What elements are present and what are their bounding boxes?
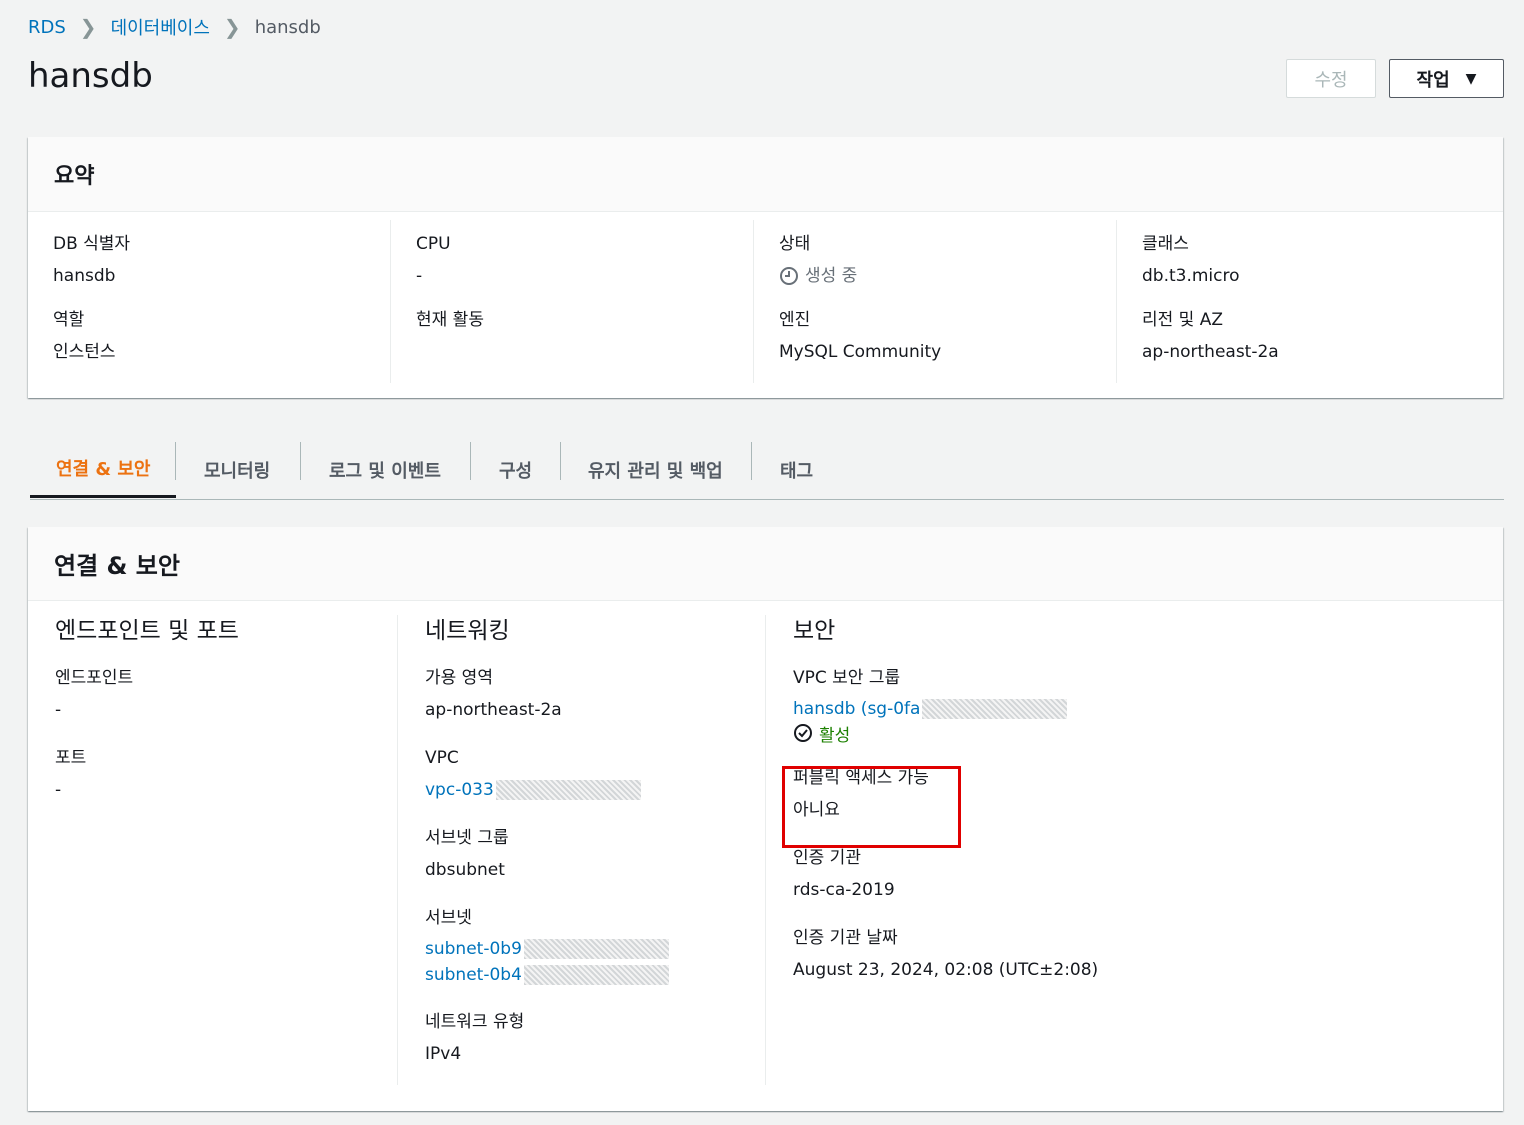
security-group-status: 활성 xyxy=(793,721,1501,746)
breadcrumb-rds[interactable]: RDS xyxy=(28,17,66,38)
tab-label: 로그 및 이벤트 xyxy=(329,460,441,482)
security-group-status-text: 활성 xyxy=(819,725,851,746)
summary-col-4: 클래스 db.t3.micro 리전 및 AZ ap-northeast-2a xyxy=(1117,220,1480,383)
tab-label: 연결 & 보안 xyxy=(56,458,151,480)
security-title: 보안 xyxy=(793,618,836,644)
region-az-label: 리전 및 AZ xyxy=(1142,310,1224,330)
cpu-value: - xyxy=(416,266,423,286)
redacted-id xyxy=(523,939,669,959)
network-type-value: IPv4 xyxy=(425,1044,462,1064)
modify-button[interactable]: 수정 xyxy=(1286,59,1376,98)
ca-date-label: 인증 기관 날짜 xyxy=(793,928,898,948)
tab-maintenance-backup[interactable]: 유지 관리 및 백업 xyxy=(561,440,752,499)
chevron-right-icon: ❯ xyxy=(79,15,97,39)
connectivity-title: 연결 & 보안 xyxy=(28,527,1503,601)
network-type-label: 네트워크 유형 xyxy=(425,1012,525,1032)
status-value: 생성 중 xyxy=(779,264,1116,288)
summary-col-2: CPU - 현재 활동 xyxy=(391,220,754,383)
security-column: 보안 VPC 보안 그룹 hansdb (sg-0fa 활성 퍼블릭 액세스 가… xyxy=(766,615,1501,1085)
breadcrumb-current: hansdb xyxy=(254,16,321,38)
tab-label: 유지 관리 및 백업 xyxy=(588,460,723,482)
subnet-link[interactable]: subnet-0b9 xyxy=(425,939,522,959)
vpc-link[interactable]: vpc-033 xyxy=(425,780,494,800)
redacted-id xyxy=(523,965,669,985)
current-activity-label: 현재 활동 xyxy=(416,310,484,330)
class-label: 클래스 xyxy=(1142,234,1189,254)
clock-icon xyxy=(779,266,799,286)
tab-label: 구성 xyxy=(499,460,533,482)
actions-dropdown-button[interactable]: 작업 ▼ xyxy=(1389,59,1504,98)
region-az-value: ap-northeast-2a xyxy=(1142,342,1279,362)
port-value: - xyxy=(55,780,62,800)
subnet-group-label: 서브넷 그룹 xyxy=(425,828,509,848)
chevron-right-icon: ❯ xyxy=(223,15,241,39)
az-value: ap-northeast-2a xyxy=(425,700,562,720)
summary-grid: DB 식별자 hansdb 역할인스턴스 CPU - 현재 활동 상태 생성 중 엔… xyxy=(28,212,1503,383)
engine-value: MySQL Community xyxy=(779,342,942,362)
redacted-id xyxy=(495,780,641,800)
status-label: 상태 xyxy=(779,234,811,254)
summary-title: 요약 xyxy=(28,137,1503,212)
tab-connectivity-security[interactable]: 연결 & 보안 xyxy=(30,440,176,498)
tab-label: 모니터링 xyxy=(204,460,271,482)
role-label: 역할 xyxy=(53,310,85,330)
endpoint-section-title: 엔드포인트 및 포트 xyxy=(55,618,239,644)
db-identifier-value: hansdb xyxy=(53,266,116,286)
db-identifier-label: DB 식별자 xyxy=(53,234,131,254)
subnet-link[interactable]: subnet-0b4 xyxy=(425,965,522,985)
breadcrumb-databases[interactable]: 데이터베이스 xyxy=(111,14,210,40)
networking-column: 네트워킹 가용 영역 ap-northeast-2a VPC vpc-033 서브넷… xyxy=(398,615,766,1085)
engine-label: 엔진 xyxy=(779,310,811,330)
check-circle-icon xyxy=(793,723,813,743)
breadcrumb: RDS ❯ 데이터베이스 ❯ hansdb xyxy=(28,14,321,40)
subnets-label: 서브넷 xyxy=(425,908,472,928)
ca-value: rds-ca-2019 xyxy=(793,880,895,900)
modify-button-label: 수정 xyxy=(1314,69,1348,91)
vpc-sg-label: VPC 보안 그룹 xyxy=(793,668,901,688)
header-actions: 수정 작업 ▼ xyxy=(1286,59,1504,98)
networking-title: 네트워킹 xyxy=(425,618,510,644)
endpoint-port-column: 엔드포인트 및 포트 엔드포인트 - 포트 - xyxy=(28,615,398,1085)
ca-label: 인증 기관 xyxy=(793,848,861,868)
ca-date-value: August 23, 2024, 02:08 (UTC±2:08) xyxy=(793,960,1099,980)
tab-logs-events[interactable]: 로그 및 이벤트 xyxy=(301,440,471,499)
role-value: 인스턴스 xyxy=(53,342,116,362)
connectivity-grid: 엔드포인트 및 포트 엔드포인트 - 포트 - 네트워킹 가용 영역 ap-north… xyxy=(28,601,1503,1085)
actions-button-label: 작업 xyxy=(1416,69,1450,91)
detail-tabs: 연결 & 보안 모니터링 로그 및 이벤트 구성 유지 관리 및 백업 태그 xyxy=(30,440,1504,500)
endpoint-label: 엔드포인트 xyxy=(55,668,134,688)
security-group-link[interactable]: hansdb (sg-0fa xyxy=(793,699,920,719)
tab-configuration[interactable]: 구성 xyxy=(471,440,561,499)
vpc-label: VPC xyxy=(425,748,459,768)
summary-col-1: DB 식별자 hansdb 역할인스턴스 xyxy=(28,220,391,383)
tab-monitoring[interactable]: 모니터링 xyxy=(176,440,301,499)
status-text: 생성 중 xyxy=(805,266,858,286)
summary-panel: 요약 DB 식별자 hansdb 역할인스턴스 CPU - 현재 활동 상태 생성 … xyxy=(28,137,1503,398)
class-value: db.t3.micro xyxy=(1142,266,1240,286)
cpu-label: CPU xyxy=(416,234,451,254)
page-title: hansdb xyxy=(28,56,153,96)
subnet-group-value: dbsubnet xyxy=(425,860,505,880)
port-label: 포트 xyxy=(55,748,87,768)
current-activity-value xyxy=(416,340,753,364)
connectivity-security-panel: 연결 & 보안 엔드포인트 및 포트 엔드포인트 - 포트 - 네트워킹 가용 영역… xyxy=(28,527,1503,1111)
summary-col-3: 상태 생성 중 엔진 MySQL Community xyxy=(754,220,1117,383)
endpoint-value: - xyxy=(55,700,62,720)
redacted-id xyxy=(922,699,1068,719)
highlight-box xyxy=(782,766,961,848)
caret-down-icon: ▼ xyxy=(1465,70,1477,87)
tab-label: 태그 xyxy=(780,460,814,482)
az-label: 가용 영역 xyxy=(425,668,493,688)
tab-tags[interactable]: 태그 xyxy=(752,440,832,499)
